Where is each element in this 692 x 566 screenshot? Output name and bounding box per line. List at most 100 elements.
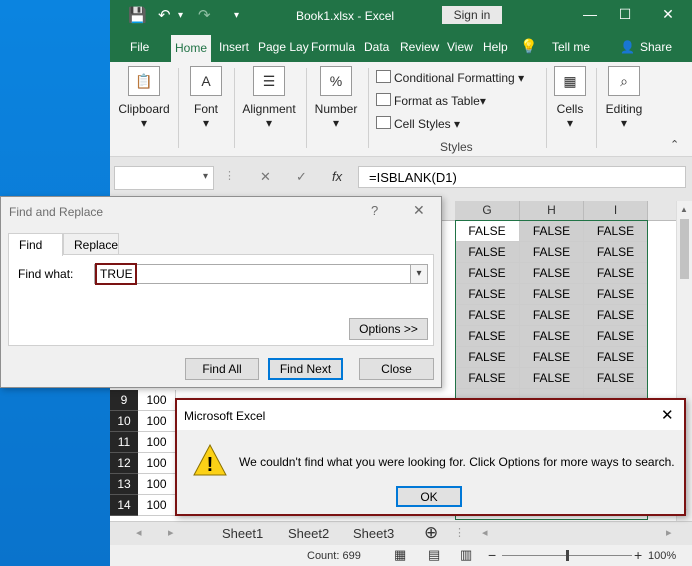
cell-i6[interactable]: FALSE <box>584 326 648 347</box>
find-what-input[interactable]: TRUE ▾ <box>94 263 428 285</box>
column-header-g[interactable]: G <box>455 201 520 220</box>
cell-i7[interactable]: FALSE <box>584 347 648 368</box>
row-header-13[interactable]: 13 <box>110 474 138 495</box>
cell-h2[interactable]: FALSE <box>520 242 584 263</box>
cell-g5[interactable]: FALSE <box>455 305 520 326</box>
sheet-tab-sheet1[interactable]: Sheet1 <box>222 526 263 541</box>
undo-icon[interactable]: ↶ <box>158 6 171 24</box>
find-all-button[interactable]: Find All <box>185 358 259 380</box>
tab-file[interactable]: File <box>130 40 149 54</box>
cancel-icon[interactable]: ✕ <box>260 169 271 185</box>
save-icon[interactable]: 💾 <box>128 6 147 24</box>
alignment-group[interactable]: ☰ Alignment ▾ <box>238 66 300 130</box>
cell-h6[interactable]: FALSE <box>520 326 584 347</box>
sheet-next-icon[interactable]: ▸ <box>168 526 174 539</box>
minimize-icon[interactable]: — <box>580 6 600 22</box>
column-header-i[interactable]: I <box>584 201 648 220</box>
tab-formulas[interactable]: Formula <box>311 40 355 54</box>
enter-icon[interactable]: ✓ <box>296 169 307 185</box>
cell-g4[interactable]: FALSE <box>455 284 520 305</box>
cell-a12[interactable]: 100 <box>138 453 176 474</box>
close-icon[interactable]: ✕ <box>661 406 674 424</box>
number-group[interactable]: % Number ▾ <box>310 66 362 130</box>
cell-a11[interactable]: 100 <box>138 432 176 453</box>
cell-i8[interactable]: FALSE <box>584 368 648 389</box>
cell-h3[interactable]: FALSE <box>520 263 584 284</box>
help-icon[interactable]: ? <box>371 203 378 218</box>
hscroll-right-icon[interactable]: ▸ <box>666 526 672 539</box>
ok-button[interactable]: OK <box>396 486 462 507</box>
column-header-h[interactable]: H <box>520 201 584 220</box>
tab-view[interactable]: View <box>447 40 473 54</box>
sign-in-button[interactable]: Sign in <box>442 6 502 24</box>
conditional-formatting-button[interactable]: Conditional Formatting ▾ <box>376 70 524 85</box>
cell-a13[interactable]: 100 <box>138 474 176 495</box>
cell-g6[interactable]: FALSE <box>455 326 520 347</box>
hscroll-left-icon[interactable]: ◂ <box>482 526 488 539</box>
collapse-ribbon-icon[interactable]: ⌃ <box>670 138 679 151</box>
cell-a9[interactable]: 100 <box>138 390 176 411</box>
cell-i1[interactable]: FALSE <box>584 221 648 242</box>
more-sheets-icon[interactable]: ⋮ <box>454 526 465 539</box>
new-sheet-icon[interactable]: ⊕ <box>424 523 438 543</box>
cell-i2[interactable]: FALSE <box>584 242 648 263</box>
editing-group[interactable]: ⌕ Editing ▾ <box>600 66 648 130</box>
undo-dropdown-icon[interactable]: ▾ <box>178 10 183 21</box>
row-header-11[interactable]: 11 <box>110 432 138 453</box>
tab-insert[interactable]: Insert <box>219 40 249 54</box>
tab-page-layout[interactable]: Page Lay <box>258 40 309 54</box>
lightbulb-icon[interactable]: 💡 <box>520 38 537 55</box>
scroll-thumb[interactable] <box>680 219 689 279</box>
tab-home[interactable]: Home <box>171 35 212 62</box>
font-group[interactable]: A Font ▾ <box>186 66 226 130</box>
tab-replace[interactable]: Replace <box>63 233 119 255</box>
row-header-14[interactable]: 14 <box>110 495 138 516</box>
customize-quick-access-icon[interactable]: ▾ <box>234 10 239 21</box>
cell-g1[interactable]: FALSE <box>455 221 520 242</box>
normal-view-icon[interactable]: ▦ <box>394 547 406 563</box>
cell-g2[interactable]: FALSE <box>455 242 520 263</box>
zoom-in-button[interactable]: + <box>634 547 642 563</box>
cell-h8[interactable]: FALSE <box>520 368 584 389</box>
redo-icon[interactable]: ↷ <box>198 6 211 24</box>
cell-g8[interactable]: FALSE <box>455 368 520 389</box>
chevron-down-icon[interactable]: ▾ <box>410 265 427 283</box>
row-header-12[interactable]: 12 <box>110 453 138 474</box>
share-button[interactable]: Share <box>640 40 672 54</box>
close-icon[interactable]: ✕ <box>413 202 425 219</box>
tab-help[interactable]: Help <box>483 40 508 54</box>
cell-a10[interactable]: 100 <box>138 411 176 432</box>
sheet-tab-sheet2[interactable]: Sheet2 <box>288 526 329 541</box>
cell-i4[interactable]: FALSE <box>584 284 648 305</box>
formula-bar-grip-icon[interactable]: ⋮ <box>224 169 235 182</box>
maximize-icon[interactable]: ☐ <box>615 6 635 23</box>
insert-function-icon[interactable]: fx <box>332 169 342 184</box>
cell-g7[interactable]: FALSE <box>455 347 520 368</box>
tell-me-search[interactable]: Tell me <box>552 40 590 54</box>
tab-review[interactable]: Review <box>400 40 439 54</box>
cell-a14[interactable]: 100 <box>138 495 176 516</box>
cell-h7[interactable]: FALSE <box>520 347 584 368</box>
close-button[interactable]: Close <box>359 358 434 380</box>
zoom-level[interactable]: 100% <box>648 550 676 562</box>
chevron-down-icon[interactable]: ▾ <box>203 171 208 182</box>
options-button[interactable]: Options >> <box>349 318 428 340</box>
close-window-icon[interactable]: ✕ <box>658 6 678 23</box>
tab-find[interactable]: Find <box>8 233 63 256</box>
tab-data[interactable]: Data <box>364 40 389 54</box>
scroll-up-icon[interactable]: ▲ <box>680 205 688 214</box>
cell-i3[interactable]: FALSE <box>584 263 648 284</box>
sheet-tab-sheet3[interactable]: Sheet3 <box>353 526 394 541</box>
page-layout-view-icon[interactable]: ▤ <box>428 547 440 563</box>
formula-input[interactable]: =ISBLANK(D1) <box>358 166 686 188</box>
find-next-button[interactable]: Find Next <box>268 358 343 380</box>
cell-h4[interactable]: FALSE <box>520 284 584 305</box>
cell-i5[interactable]: FALSE <box>584 305 648 326</box>
cell-styles-button[interactable]: Cell Styles ▾ <box>376 116 460 131</box>
cell-g3[interactable]: FALSE <box>455 263 520 284</box>
zoom-slider-thumb[interactable] <box>566 550 569 561</box>
name-box[interactable]: ▾ <box>114 166 214 190</box>
cells-group[interactable]: ▦ Cells ▾ <box>550 66 590 130</box>
row-header-10[interactable]: 10 <box>110 411 138 432</box>
row-header-9[interactable]: 9 <box>110 390 138 411</box>
